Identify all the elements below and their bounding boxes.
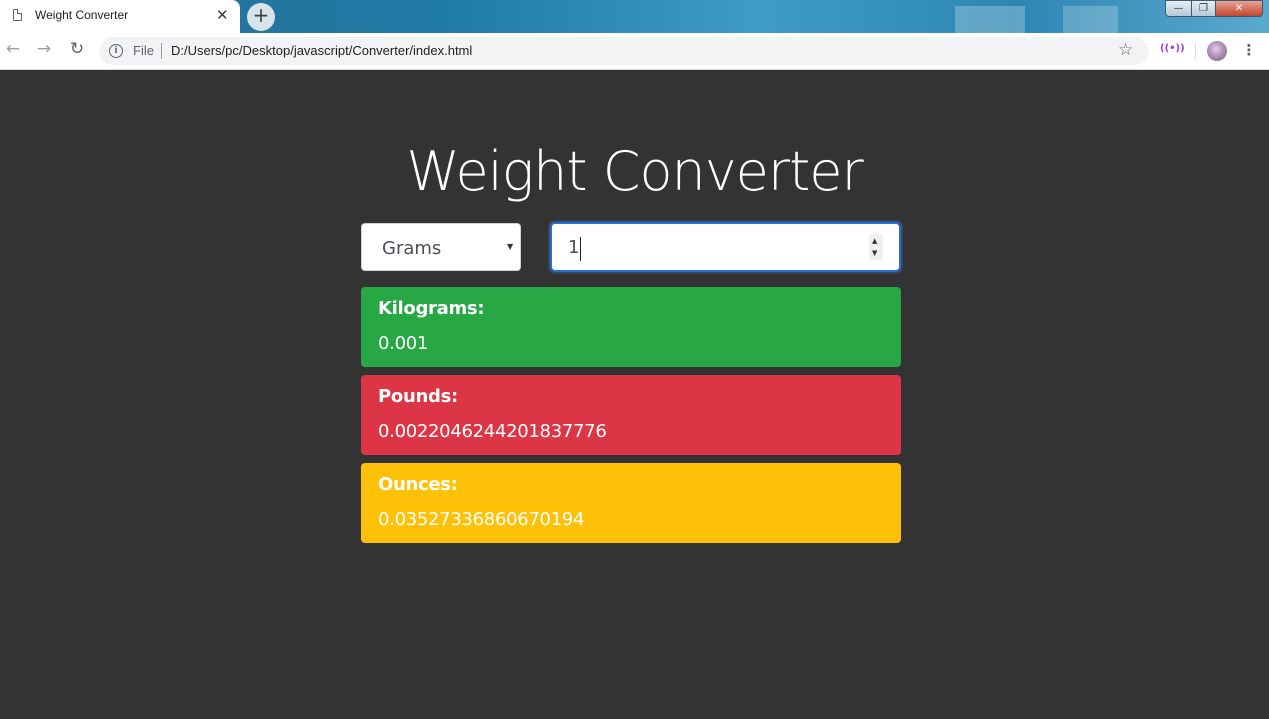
cast-icon[interactable]: ((•)) xyxy=(1160,43,1185,54)
info-icon[interactable]: i xyxy=(109,44,123,58)
window-controls: — ❐ ✕ xyxy=(1165,0,1269,18)
unit-select[interactable]: Grams ▼ xyxy=(361,223,521,271)
file-scheme-label: File xyxy=(133,43,154,58)
close-window-button[interactable]: ✕ xyxy=(1215,0,1263,17)
omnibox-divider xyxy=(161,43,162,59)
minimize-button[interactable]: — xyxy=(1165,0,1192,17)
spin-down-icon[interactable]: ▼ xyxy=(872,249,877,257)
toolbar-divider xyxy=(1195,43,1196,59)
page-viewport: Weight Converter Grams ▼ 1 ▲ ▼ Kilograms… xyxy=(0,70,1269,719)
browser-toolbar: ← → ↻ i File D:/Users/pc/Desktop/javascr… xyxy=(0,33,1269,70)
url-text[interactable]: D:/Users/pc/Desktop/javascript/Converter… xyxy=(171,43,472,58)
reload-icon[interactable]: ↻ xyxy=(65,39,89,63)
pounds-card: Pounds: 0.0022046244201837776 xyxy=(361,375,901,455)
document-icon xyxy=(13,9,22,21)
pounds-label: Pounds: xyxy=(378,386,458,407)
desktop-background-patch xyxy=(1063,6,1118,33)
avatar[interactable] xyxy=(1207,41,1227,61)
address-bar[interactable]: i File D:/Users/pc/Desktop/javascript/Co… xyxy=(99,37,1149,65)
arrow-right-icon[interactable]: → xyxy=(32,39,56,63)
maximize-button[interactable]: ❐ xyxy=(1191,0,1216,17)
spin-up-icon[interactable]: ▲ xyxy=(872,237,877,245)
number-spinner[interactable]: ▲ ▼ xyxy=(869,234,883,260)
chevron-down-icon: ▼ xyxy=(507,242,514,251)
ounces-label: Ounces: xyxy=(378,474,458,495)
new-tab-button[interactable]: + xyxy=(247,3,275,31)
kebab-menu-icon[interactable]: ⋮ xyxy=(1241,41,1257,61)
ounces-value: 0.03527336860670194 xyxy=(378,509,585,530)
unit-select-value: Grams xyxy=(382,238,442,259)
window-titlebar: Weight Converter ✕ + — ❐ ✕ xyxy=(0,0,1269,33)
kilograms-value: 0.001 xyxy=(378,333,429,354)
kilograms-card: Kilograms: 0.001 xyxy=(361,287,901,367)
text-cursor xyxy=(580,237,581,261)
amount-input[interactable]: 1 ▲ ▼ xyxy=(550,222,901,272)
star-icon[interactable]: ☆ xyxy=(1118,40,1133,60)
amount-input-value: 1 xyxy=(568,237,580,258)
pounds-value: 0.0022046244201837776 xyxy=(378,421,607,442)
arrow-left-icon[interactable]: ← xyxy=(1,39,25,63)
page-title: Weight Converter xyxy=(406,140,863,203)
desktop-background-patch xyxy=(955,6,1025,33)
ounces-card: Ounces: 0.03527336860670194 xyxy=(361,463,901,543)
browser-tab[interactable]: Weight Converter ✕ xyxy=(0,0,240,33)
tab-title: Weight Converter xyxy=(35,8,129,22)
tab-close-icon[interactable]: ✕ xyxy=(216,6,229,24)
kilograms-label: Kilograms: xyxy=(378,298,485,319)
